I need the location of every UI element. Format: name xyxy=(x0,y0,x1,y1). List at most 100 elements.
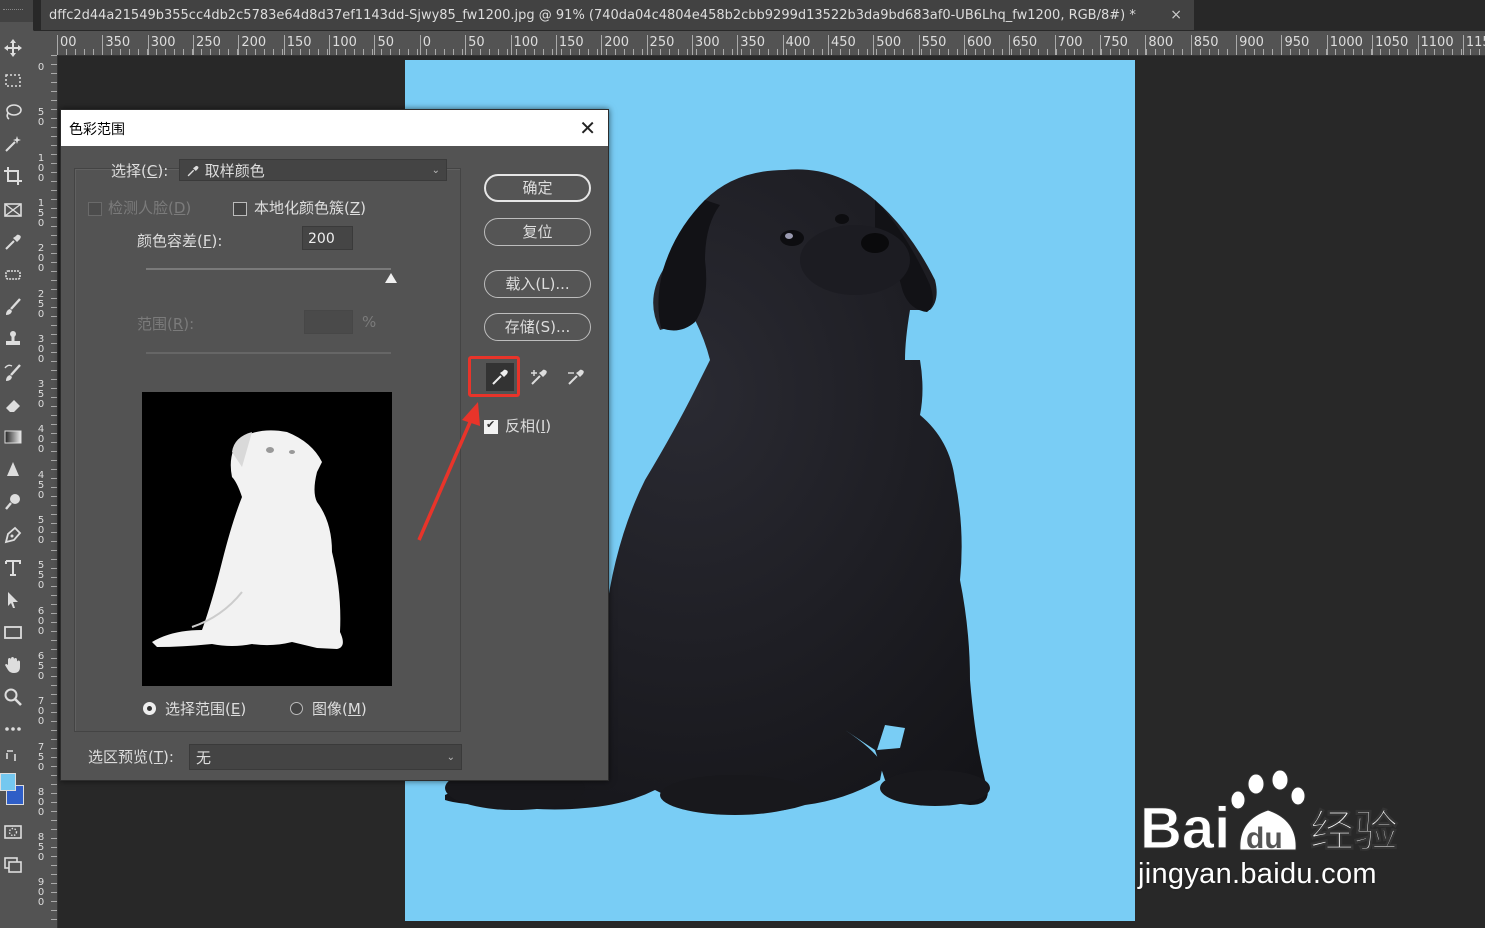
detect-faces-label: 检测人脸(D) xyxy=(108,199,192,217)
magic-wand-icon[interactable] xyxy=(0,131,26,157)
blur-icon[interactable] xyxy=(0,457,26,483)
ruler-label: 850 xyxy=(37,832,45,864)
move-icon[interactable] xyxy=(0,35,26,61)
reset-button[interactable]: 复位 xyxy=(484,218,591,246)
fuzziness-slider[interactable] xyxy=(146,268,391,270)
ruler-major-tick xyxy=(1281,35,1283,55)
zoom-icon[interactable] xyxy=(0,684,26,710)
localized-clusters-label: 本地化颜色簇(Z) xyxy=(254,199,366,217)
localized-clusters-checkbox[interactable] xyxy=(233,202,247,216)
brush-icon[interactable] xyxy=(0,294,26,320)
ruler-major-tick xyxy=(646,35,648,55)
lasso-icon[interactable] xyxy=(0,99,26,125)
ruler-label: 350 xyxy=(740,35,766,50)
hand-icon[interactable] xyxy=(0,652,26,678)
close-dialog-icon[interactable]: ✕ xyxy=(579,116,596,140)
subtract-from-sample-icon[interactable] xyxy=(562,363,590,391)
fuzziness-label: 颜色容差(F): xyxy=(137,232,223,250)
close-tab-icon[interactable]: × xyxy=(1170,7,1182,23)
select-dropdown[interactable]: 取样颜色 ⌄ xyxy=(179,159,447,181)
vertical-ruler[interactable]: 0 50 100 150 200 250 300 350 400 450 500 550 600 650 7… xyxy=(33,55,58,928)
foreground-color-swatch[interactable] xyxy=(0,773,16,791)
screen-mode-icon[interactable] xyxy=(0,851,26,877)
ruler-label: 150 xyxy=(558,35,584,50)
quick-mask-icon[interactable] xyxy=(0,819,26,845)
ok-button[interactable]: 确定 xyxy=(484,174,591,202)
load-button[interactable]: 载入(L)... xyxy=(484,270,591,298)
ruler-major-tick xyxy=(1190,35,1192,55)
pen-icon[interactable] xyxy=(0,522,26,548)
ruler-label: 50 xyxy=(377,35,394,50)
selection-radio[interactable] xyxy=(143,702,156,715)
gradient-icon[interactable] xyxy=(0,424,26,450)
ruler-major-tick xyxy=(1462,35,1464,55)
ruler-major-tick xyxy=(1326,35,1328,55)
selection-preview-dropdown[interactable]: 无 ⌄ xyxy=(189,744,462,770)
ruler-label: 750 xyxy=(37,741,45,773)
stamp-icon[interactable] xyxy=(0,326,26,352)
ruler-label: 00 xyxy=(60,35,77,50)
ruler-major-tick xyxy=(238,35,240,55)
ruler-corner[interactable] xyxy=(33,31,57,55)
ruler-label: 150 xyxy=(37,197,45,229)
panel-grip[interactable] xyxy=(0,0,33,22)
color-range-dialog: 色彩范围 ✕ 选择(C): 取样颜色 ⌄ 检测人脸(D) 本地化颜色簇(Z) 颜… xyxy=(60,109,609,781)
fuzziness-slider-thumb[interactable] xyxy=(385,273,397,283)
highlight-box xyxy=(468,356,520,397)
ruler-label: 650 xyxy=(37,650,45,682)
watermark-brand: Bai xyxy=(1140,796,1230,860)
selection-preview-value: 无 xyxy=(196,749,212,767)
watermark-suffix: 经验 xyxy=(1310,806,1398,857)
select-value: 取样颜色 xyxy=(204,162,265,180)
ruler-label: 900 xyxy=(1239,35,1264,50)
add-to-sample-icon[interactable] xyxy=(525,363,553,391)
selection-radio-label: 选择范围(E) xyxy=(165,700,247,718)
ruler-major-tick xyxy=(1417,35,1419,55)
horizontal-ruler[interactable]: 00 350 300 250 200 150 100 50 0 50 100 150 200 250 300… xyxy=(57,31,1485,56)
ruler-major-tick xyxy=(283,35,285,55)
dialog-titlebar[interactable]: 色彩范围 ✕ xyxy=(61,110,608,146)
dialog-title: 色彩范围 xyxy=(69,122,125,138)
ruler-major-tick xyxy=(374,35,376,55)
color-swatches[interactable] xyxy=(0,773,26,809)
ruler-label: 50 xyxy=(37,107,45,129)
ruler-label: 950 xyxy=(1284,35,1310,50)
healing-icon[interactable] xyxy=(0,262,26,288)
ruler-major-tick xyxy=(1372,35,1374,55)
ruler-label: 100 xyxy=(332,35,357,50)
image-radio[interactable] xyxy=(290,702,303,715)
ruler-label: 100 xyxy=(37,152,45,184)
crop-icon[interactable] xyxy=(0,163,26,189)
ruler-major-tick xyxy=(1236,35,1238,55)
document-tab[interactable]: dffc2d44a21549b355cc4db2c5783e64d8d37ef1… xyxy=(41,0,1194,30)
selection-preview[interactable] xyxy=(142,392,392,686)
eraser-icon[interactable] xyxy=(0,392,26,418)
preview-mask-image xyxy=(152,430,343,649)
select-label: 选择(C): xyxy=(111,162,169,180)
ruler-label: 350 xyxy=(37,379,45,411)
more-icon[interactable] xyxy=(0,716,26,742)
detect-faces-checkbox[interactable] xyxy=(88,202,102,216)
ruler-label: 800 xyxy=(1148,35,1174,50)
path-select-icon[interactable] xyxy=(0,587,26,613)
save-button[interactable]: 存储(S)... xyxy=(484,313,591,341)
watermark-url: jingyan.baidu.com xyxy=(1138,858,1377,890)
ruler-major-tick xyxy=(465,35,467,55)
frame-icon[interactable] xyxy=(0,197,26,223)
ruler-label: 550 xyxy=(37,560,45,592)
invert-checkbox[interactable] xyxy=(484,418,498,434)
rectangle-icon[interactable] xyxy=(0,619,26,645)
swap-colors-icon[interactable] xyxy=(0,748,26,766)
ruler-major-tick xyxy=(1054,35,1056,55)
range-unit: % xyxy=(362,313,377,331)
eyedropper-icon[interactable] xyxy=(0,229,26,255)
ruler-label: 200 xyxy=(37,243,45,275)
history-brush-icon[interactable] xyxy=(0,360,26,386)
dodge-icon[interactable] xyxy=(0,489,26,515)
ruler-label: 250 xyxy=(649,35,675,50)
invert-label: 反相(I) xyxy=(505,417,552,435)
type-icon[interactable] xyxy=(0,555,26,581)
fuzziness-field[interactable]: 200 xyxy=(302,226,353,250)
marquee-icon[interactable] xyxy=(0,67,26,93)
chevron-down-icon: ⌄ xyxy=(431,165,440,176)
